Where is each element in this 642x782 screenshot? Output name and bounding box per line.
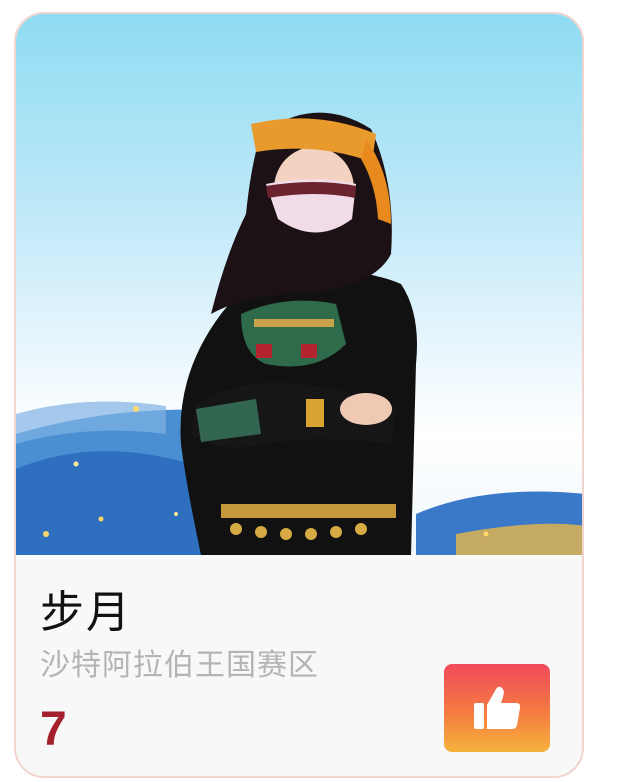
contestant-card[interactable]: 步月 沙特阿拉伯王国赛区 7 bbox=[14, 12, 584, 778]
like-button[interactable] bbox=[444, 664, 550, 752]
photo-illustration bbox=[16, 112, 582, 555]
thumbs-up-icon bbox=[474, 686, 521, 729]
contestant-photo[interactable] bbox=[16, 14, 582, 555]
contestant-region: 沙特阿拉伯王国赛区 bbox=[40, 648, 319, 683]
vote-count: 7 bbox=[40, 703, 67, 756]
contestant-name: 步月 bbox=[40, 587, 132, 638]
